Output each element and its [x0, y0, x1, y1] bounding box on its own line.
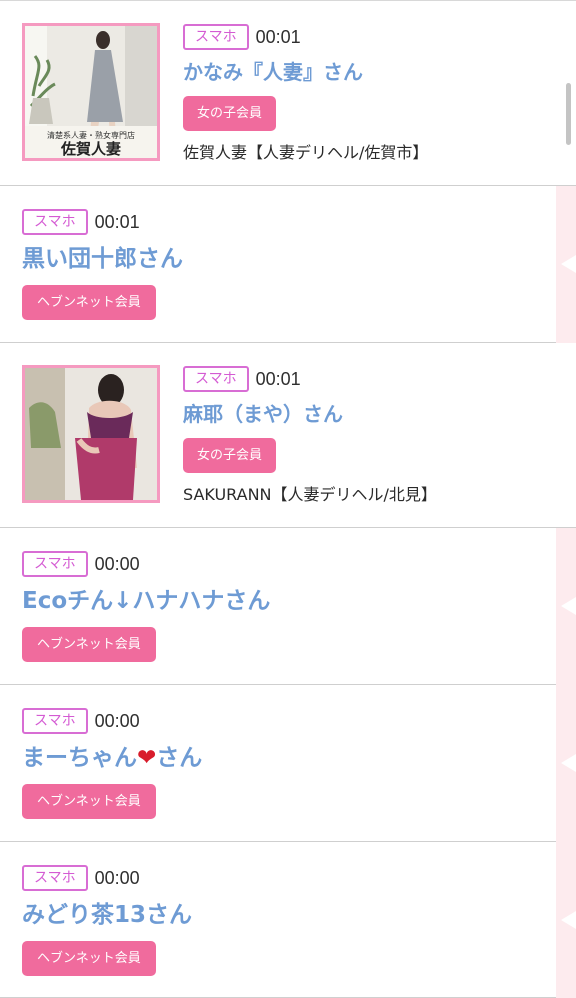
item-content: スマホ 00:01 かなみ『人妻』さん 女の子会員 佐賀人妻【人妻デリヘル/佐賀… — [183, 23, 428, 163]
svg-text:佐賀人妻: 佐賀人妻 — [60, 140, 121, 158]
list-item[interactable]: 清楚系人妻・熟女専門店 佐賀人妻 スマホ 00:01 かなみ『人妻』さん 女の子… — [0, 1, 576, 186]
chevron-left-icon — [561, 255, 576, 273]
access-time: 00:01 — [94, 211, 140, 232]
list-item[interactable]: スマホ 00:00 まーちゃん❤さん ヘブンネット会員 — [0, 685, 556, 842]
visitor-name-link[interactable]: かなみ『人妻』さん — [183, 58, 428, 86]
device-badge: スマホ — [183, 366, 249, 392]
scrollbar[interactable] — [566, 83, 571, 145]
device-badge: スマホ — [22, 865, 88, 891]
device-badge: スマホ — [22, 209, 88, 235]
member-type-button[interactable]: ヘブンネット会員 — [22, 941, 156, 976]
visitor-name-text: まーちゃん — [22, 745, 137, 771]
list-item[interactable]: スマホ 00:00 みどり茶13さん ヘブンネット会員 — [0, 842, 556, 998]
chevron-left-icon — [561, 911, 576, 929]
shop-name[interactable]: SAKURANN【人妻デリヘル/北見】 — [183, 481, 437, 505]
member-type-button[interactable]: ヘブンネット会員 — [22, 285, 156, 320]
item-content: スマホ 00:00 みどり茶13さん ヘブンネット会員 — [22, 864, 192, 976]
item-content: スマホ 00:01 黒い団十郎さん ヘブンネット会員 — [22, 208, 183, 320]
device-badge: スマホ — [22, 551, 88, 577]
list-item[interactable]: スマホ 00:00 Ecoチん↓ハナハナさん ヘブンネット会員 — [0, 528, 556, 685]
access-time: 00:00 — [94, 710, 140, 731]
visitor-name-suffix: さん — [156, 745, 203, 771]
visitor-name-link[interactable]: 黒い団十郎さん — [22, 243, 183, 275]
profile-photo[interactable] — [22, 365, 160, 503]
access-time: 00:00 — [94, 553, 140, 574]
shop-name[interactable]: 佐賀人妻【人妻デリヘル/佐賀市】 — [183, 139, 428, 163]
visitor-name-link[interactable]: みどり茶13さん — [22, 899, 192, 931]
profile-photo[interactable]: 清楚系人妻・熟女専門店 佐賀人妻 — [22, 23, 160, 161]
visitor-name-link[interactable]: 麻耶（まや）さん — [183, 400, 437, 428]
member-type-button[interactable]: ヘブンネット会員 — [22, 627, 156, 662]
profile-photo-image: 清楚系人妻・熟女専門店 佐賀人妻 — [25, 26, 157, 158]
item-content: スマホ 00:00 Ecoチん↓ハナハナさん ヘブンネット会員 — [22, 550, 270, 662]
heart-icon: ❤ — [137, 745, 157, 771]
chevron-left-icon — [561, 597, 576, 615]
profile-photo-image — [25, 368, 157, 500]
item-content: スマホ 00:01 麻耶（まや）さん 女の子会員 SAKURANN【人妻デリヘル… — [183, 365, 437, 505]
device-badge: スマホ — [22, 708, 88, 734]
visitor-name-link[interactable]: まーちゃん❤さん — [22, 742, 202, 774]
access-time: 00:01 — [255, 368, 301, 389]
visitor-list: 清楚系人妻・熟女専門店 佐賀人妻 スマホ 00:01 かなみ『人妻』さん 女の子… — [0, 0, 576, 998]
chevron-left-icon — [561, 754, 576, 772]
visitor-name-link[interactable]: Ecoチん↓ハナハナさん — [22, 585, 270, 617]
member-type-button[interactable]: 女の子会員 — [183, 438, 277, 473]
member-type-button[interactable]: 女の子会員 — [183, 96, 277, 131]
list-item[interactable]: スマホ 00:01 黒い団十郎さん ヘブンネット会員 — [0, 186, 556, 343]
device-badge: スマホ — [183, 24, 249, 50]
list-item[interactable]: スマホ 00:01 麻耶（まや）さん 女の子会員 SAKURANN【人妻デリヘル… — [0, 343, 576, 528]
access-time: 00:00 — [94, 867, 140, 888]
member-type-button[interactable]: ヘブンネット会員 — [22, 784, 156, 819]
access-time: 00:01 — [255, 26, 301, 47]
thumb-caption: 清楚系人妻・熟女専門店 — [47, 130, 135, 140]
item-content: スマホ 00:00 まーちゃん❤さん ヘブンネット会員 — [22, 707, 202, 819]
